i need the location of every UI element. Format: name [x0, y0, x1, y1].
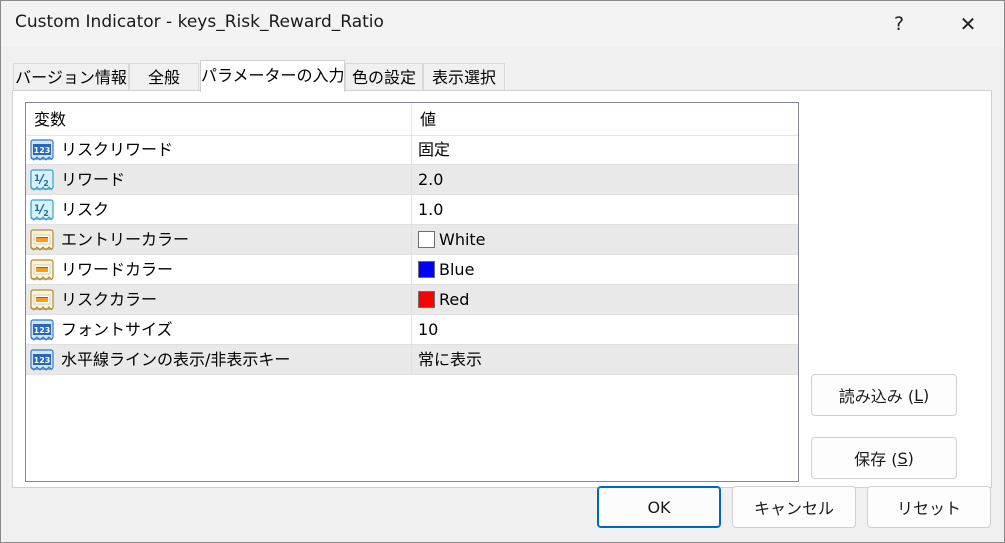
svg-text:2: 2 — [43, 179, 49, 188]
variable-label: リワードカラー — [61, 260, 174, 279]
table-row[interactable]: リスクカラー Red — [26, 285, 798, 315]
svg-text:123: 123 — [34, 326, 51, 335]
reset-button[interactable]: リセット — [867, 486, 991, 528]
value-text: 2.0 — [418, 170, 444, 189]
double-icon: 12 — [30, 199, 54, 221]
color-icon — [30, 289, 54, 311]
value-text: 固定 — [418, 140, 451, 159]
column-header-value[interactable]: 値 — [412, 103, 798, 135]
color-icon — [30, 229, 54, 251]
load-button[interactable]: 読み込み (L) — [811, 374, 957, 416]
variable-label: リスク — [61, 200, 110, 219]
value-cell[interactable]: Red — [412, 285, 798, 314]
variable-cell[interactable]: 1 2 リワード — [26, 165, 412, 194]
tab-colors[interactable]: 色の設定 — [345, 63, 423, 90]
title-bar[interactable]: Custom Indicator - keys_Risk_Reward_Rati… — [1, 1, 1004, 47]
variable-label: リワード — [61, 170, 126, 189]
dialog-window: Custom Indicator - keys_Risk_Reward_Rati… — [0, 0, 1005, 543]
variable-label: 水平線ラインの表示/非表示キー — [61, 350, 291, 369]
table-row[interactable]: 123 フォントサイズ 10 — [26, 315, 798, 345]
variable-cell[interactable]: 123 フォントサイズ — [26, 315, 412, 344]
variable-label: エントリーカラー — [61, 230, 190, 249]
variable-cell[interactable]: リワードカラー — [26, 255, 412, 284]
grid-header: 変数 値 — [26, 103, 798, 136]
save-button[interactable]: 保存 (S) — [811, 437, 957, 479]
int-icon: 123 — [30, 319, 54, 341]
value-cell[interactable]: 固定 — [412, 135, 798, 164]
value-cell[interactable]: 10 — [412, 315, 798, 344]
svg-text:2: 2 — [43, 209, 49, 218]
table-row[interactable]: 1 2 リスク 1.0 — [26, 195, 798, 225]
close-button[interactable]: ✕ — [945, 1, 991, 47]
value-text: 1.0 — [418, 200, 444, 219]
value-text: Red — [439, 290, 470, 309]
table-row[interactable]: リワードカラー Blue — [26, 255, 798, 285]
variable-cell[interactable]: 123 水平線ラインの表示/非表示キー — [26, 345, 412, 374]
int-icon: 123 — [30, 139, 54, 161]
variable-cell[interactable]: 1 2 リスク — [26, 195, 412, 224]
variable-cell[interactable]: 123 リスクリワード — [26, 135, 412, 164]
table-row[interactable]: 1 2 リワード 2.0 — [26, 165, 798, 195]
value-cell[interactable]: 1.0 — [412, 195, 798, 224]
tab-general[interactable]: 全般 — [129, 63, 199, 90]
value-text: Blue — [439, 260, 475, 279]
variable-cell[interactable]: エントリーカラー — [26, 225, 412, 254]
value-cell[interactable]: 2.0 — [412, 165, 798, 194]
cancel-button[interactable]: キャンセル — [732, 486, 856, 528]
window-title: Custom Indicator - keys_Risk_Reward_Rati… — [15, 12, 384, 32]
color-swatch — [418, 231, 435, 248]
close-icon: ✕ — [959, 12, 977, 36]
int-icon: 123 — [30, 349, 54, 371]
ok-button[interactable]: OK — [597, 486, 721, 528]
value-cell[interactable]: White — [412, 225, 798, 254]
tab-parameters[interactable]: パラメーターの入力 — [200, 60, 345, 92]
color-icon — [30, 259, 54, 281]
table-row[interactable]: 123 水平線ラインの表示/非表示キー 常に表示 — [26, 345, 798, 375]
parameters-grid[interactable]: 変数 値 123 リスクリワード 固定 1 2 リワード 2.0 1 2 リスク 1.0 エントリーカ… — [25, 102, 799, 482]
color-swatch — [418, 291, 435, 308]
svg-text:123: 123 — [34, 356, 51, 365]
variable-label: リスクリワード — [61, 140, 174, 159]
color-swatch — [418, 261, 435, 278]
value-text: White — [439, 230, 486, 249]
variable-cell[interactable]: リスクカラー — [26, 285, 412, 314]
column-header-variable[interactable]: 変数 — [26, 103, 412, 135]
variable-label: フォントサイズ — [61, 320, 173, 339]
value-text: 10 — [418, 320, 439, 339]
value-cell[interactable]: Blue — [412, 255, 798, 284]
help-button[interactable]: ? — [876, 1, 922, 47]
table-row[interactable]: 123 リスクリワード 固定 — [26, 135, 798, 165]
svg-text:123: 123 — [34, 146, 51, 155]
variable-label: リスクカラー — [61, 290, 158, 309]
double-icon: 12 — [30, 169, 54, 191]
value-cell[interactable]: 常に表示 — [412, 345, 798, 374]
table-row[interactable]: エントリーカラー White — [26, 225, 798, 255]
help-icon: ? — [893, 13, 905, 35]
tab-visualization[interactable]: 表示選択 — [423, 63, 505, 90]
tab-version-info[interactable]: バージョン情報 — [13, 63, 129, 90]
value-text: 常に表示 — [418, 350, 483, 369]
